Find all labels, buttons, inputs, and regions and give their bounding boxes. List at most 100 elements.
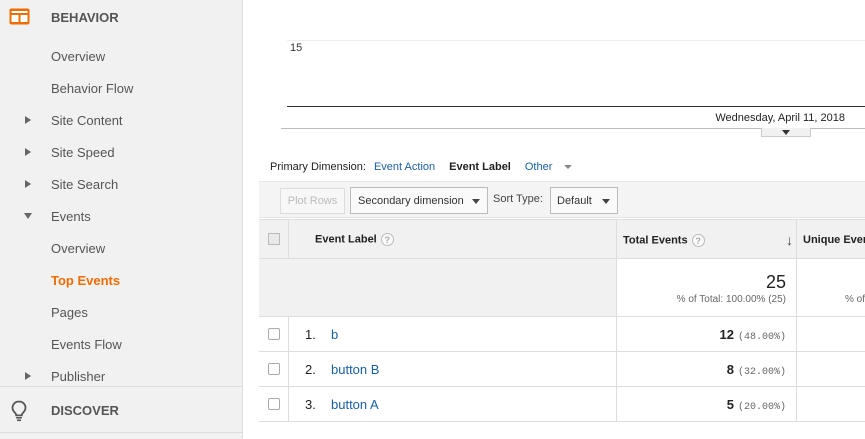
main-content: 15 Wednesday, April 11, 2018 Primary Dim… xyxy=(259,0,865,439)
row-label-cell: 2. button B xyxy=(289,352,617,386)
chart-y-tick: 15 xyxy=(290,42,303,54)
row-total-events-pct: (20.00%) xyxy=(737,402,786,413)
sidebar-item-label: Overview xyxy=(51,48,106,64)
sidebar-item-label: Events xyxy=(51,208,91,224)
chevron-down-icon xyxy=(782,129,790,135)
sort-type-value: Default xyxy=(557,194,592,207)
sidebar-item-site-search[interactable]: Site Search xyxy=(0,169,243,199)
totals-label-cell xyxy=(289,259,617,316)
header-unique-events: Unique Event xyxy=(803,234,865,246)
table-row: 3. button A 5 (20.00%) xyxy=(259,387,865,422)
row-total-events: 8 xyxy=(726,362,734,377)
dimension-event-action[interactable]: Event Action xyxy=(374,161,435,173)
dimension-other-label: Other xyxy=(524,161,553,173)
secondary-dimension-label: Secondary dimension xyxy=(358,194,464,207)
totals-check-cell xyxy=(259,259,289,316)
sidebar-item-label: Site Content xyxy=(51,112,123,128)
sidebar-item-site-speed[interactable]: Site Speed xyxy=(0,137,243,167)
secondary-dimension-dropdown[interactable]: Secondary dimension xyxy=(350,187,488,214)
row-label-cell: 1. b xyxy=(289,317,617,351)
total-events-pct: % of Total: 100.00% (25) xyxy=(676,294,786,305)
table-header: Event Label? Total Events? ↓ Unique Even… xyxy=(259,219,865,259)
row-check-cell xyxy=(259,387,289,421)
events-table: Event Label? Total Events? ↓ Unique Even… xyxy=(259,219,865,422)
chart-x-axis xyxy=(287,106,865,107)
header-total-events-cell[interactable]: Total Events? ↓ xyxy=(617,220,797,258)
plot-rows-button[interactable]: Plot Rows xyxy=(280,188,345,214)
primary-dimension-label: Primary Dimension: xyxy=(270,161,366,173)
behavior-title: BEHAVIOR xyxy=(51,9,119,25)
row-check-cell xyxy=(259,317,289,351)
sidebar-item-behavior-flow[interactable]: Behavior Flow xyxy=(0,73,243,103)
sidebar-item-label: Events Flow xyxy=(51,336,122,352)
totals-row: 25 % of Total: 100.00% (25) % of xyxy=(259,259,865,317)
chevron-right-icon xyxy=(25,180,31,188)
sidebar-divider xyxy=(0,386,243,387)
sidebar-item-site-content[interactable]: Site Content xyxy=(0,105,243,135)
help-icon[interactable]: ? xyxy=(380,233,394,246)
sidebar-item-label: Top Events xyxy=(51,272,121,288)
select-all-checkbox[interactable] xyxy=(268,233,280,245)
chevron-right-icon xyxy=(25,116,31,124)
chevron-right-icon xyxy=(25,372,31,380)
header-total-events: Total Events xyxy=(623,234,688,247)
dimension-event-label: Event Label xyxy=(449,161,511,173)
sort-descending-icon[interactable]: ↓ xyxy=(786,232,793,248)
header-unique-events-cell[interactable]: Unique Event xyxy=(797,220,865,258)
dimension-other-dropdown[interactable]: Other xyxy=(525,161,581,173)
table-row: 2. button B 8 (32.00%) xyxy=(259,352,865,387)
sidebar-item-overview[interactable]: Overview xyxy=(0,41,243,71)
sidebar-item-label: Site Search xyxy=(51,176,119,192)
header-check-cell xyxy=(259,220,289,258)
totals-unique-events-cell: % of xyxy=(797,259,865,316)
row-total-events-cell: 8 (32.00%) xyxy=(617,352,797,386)
row-checkbox[interactable] xyxy=(268,398,280,410)
sidebar-item-label: Overview xyxy=(51,240,106,256)
header-event-label-cell[interactable]: Event Label? xyxy=(289,220,617,258)
row-total-events-pct: (32.00%) xyxy=(737,367,786,378)
row-label-cell: 3. button A xyxy=(289,387,617,421)
sidebar-item-label: Site Speed xyxy=(51,144,115,160)
header-event-label: Event Label xyxy=(315,233,377,246)
sidebar-item-events[interactable]: Events xyxy=(0,201,243,231)
row-check-cell xyxy=(259,352,289,386)
behavior-icon xyxy=(9,8,30,25)
behavior-section-header[interactable]: BEHAVIOR xyxy=(0,0,243,34)
chart-collapse-handle[interactable] xyxy=(761,128,811,137)
sidebar-item-events-flow[interactable]: Events Flow xyxy=(0,329,243,359)
row-total-events: 12 xyxy=(719,327,734,342)
row-total-events-pct: (48.00%) xyxy=(737,332,786,343)
line-chart: 15 Wednesday, April 11, 2018 xyxy=(259,0,865,140)
totals-total-events-cell: 25 % of Total: 100.00% (25) xyxy=(617,259,797,316)
table-row: 1. b 12 (48.00%) xyxy=(259,317,865,352)
sidebar: BEHAVIOR Overview Behavior Flow Site Con… xyxy=(0,0,243,439)
row-event-label-link[interactable]: b xyxy=(331,327,338,342)
sidebar-item-pages[interactable]: Pages xyxy=(0,297,243,327)
chevron-right-icon xyxy=(25,148,31,156)
chart-gridline xyxy=(287,40,865,41)
primary-dimension-bar: Primary Dimension: Event Action Event La… xyxy=(270,158,588,176)
sidebar-divider xyxy=(0,432,243,433)
total-events-value: 25 xyxy=(765,272,786,292)
row-event-label-link[interactable]: button B xyxy=(331,362,379,377)
table-toolbar: Plot Rows Secondary dimension Sort Type:… xyxy=(259,181,865,218)
row-unique-events-cell xyxy=(797,317,865,351)
row-total-events-cell: 12 (48.00%) xyxy=(617,317,797,351)
unique-events-pct: % of xyxy=(844,294,865,305)
row-checkbox[interactable] xyxy=(268,363,280,375)
row-checkbox[interactable] xyxy=(268,328,280,340)
row-index: 1. xyxy=(305,327,316,342)
row-total-events-cell: 5 (20.00%) xyxy=(617,387,797,421)
row-event-label-link[interactable]: button A xyxy=(331,397,379,412)
row-index: 3. xyxy=(305,397,316,412)
chevron-down-icon xyxy=(24,213,32,219)
sidebar-item-events-overview[interactable]: Overview xyxy=(0,233,243,263)
chart-date-label: Wednesday, April 11, 2018 xyxy=(715,112,845,124)
caret-down-icon xyxy=(602,199,610,204)
sort-type-dropdown[interactable]: Default xyxy=(550,187,618,214)
caret-down-icon xyxy=(564,165,573,169)
sidebar-item-top-events[interactable]: Top Events xyxy=(0,265,243,295)
row-index: 2. xyxy=(305,362,316,377)
discover-section-header[interactable]: DISCOVER xyxy=(0,393,243,427)
help-icon[interactable]: ? xyxy=(691,234,705,247)
